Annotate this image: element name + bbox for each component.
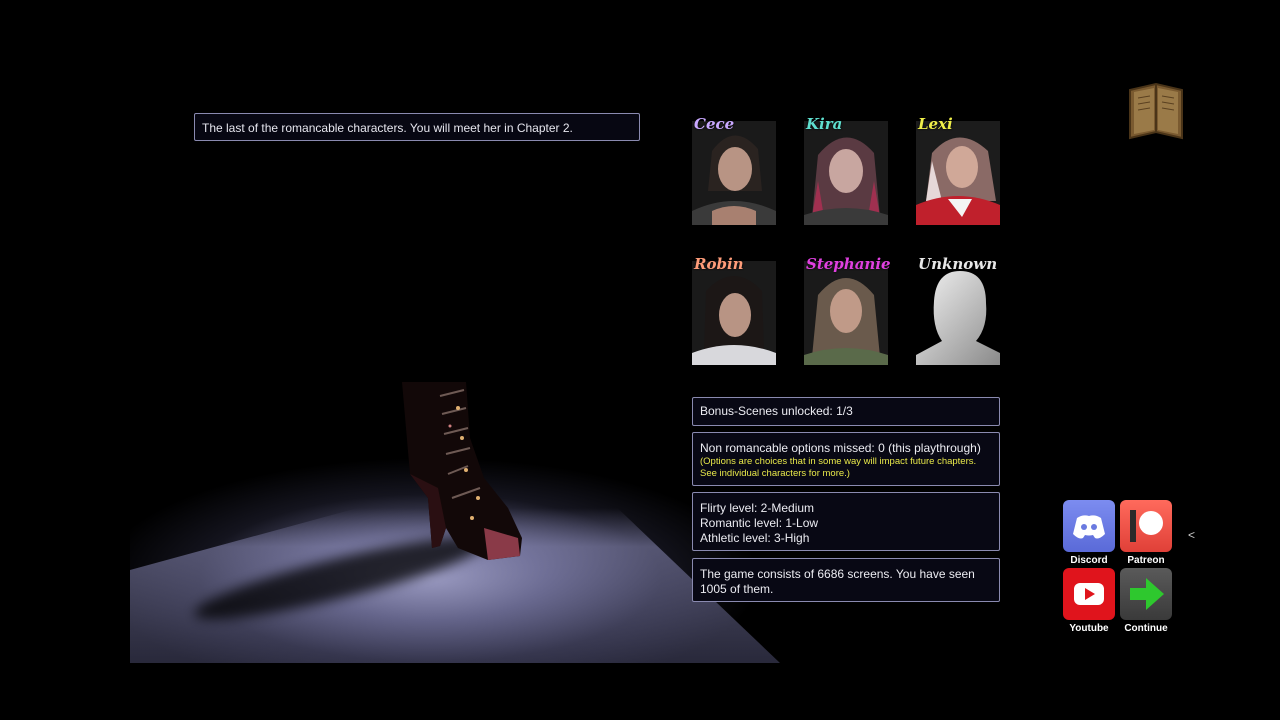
- character-cece[interactable]: Cece: [692, 115, 776, 225]
- screens-panel: The game consists of 6686 screens. You h…: [692, 558, 1000, 602]
- continue-button[interactable]: Continue: [1120, 568, 1172, 634]
- athletic-level: Athletic level: 3-High: [700, 531, 810, 545]
- youtube-button[interactable]: Youtube: [1063, 568, 1115, 634]
- bonus-scenes-text: Bonus-Scenes unlocked: 1/3: [700, 404, 853, 418]
- character-robin[interactable]: Robin: [692, 255, 776, 365]
- arrow-right-icon: [1120, 568, 1172, 620]
- robin-portrait: [692, 261, 776, 365]
- screens-text-2: 1005 of them.: [700, 582, 774, 596]
- character-name: Unknown: [918, 255, 998, 273]
- bonus-scenes-panel: Bonus-Scenes unlocked: 1/3: [692, 397, 1000, 426]
- lexi-portrait: [916, 121, 1000, 225]
- youtube-icon: [1063, 568, 1115, 620]
- kira-portrait: [804, 121, 888, 225]
- youtube-label: Youtube: [1069, 623, 1109, 634]
- patreon-label: Patreon: [1127, 555, 1165, 566]
- character-name: Kira: [806, 115, 843, 133]
- missed-options-panel: Non romancable options missed: 0 (this p…: [692, 432, 1000, 486]
- screens-text-1: The game consists of 6686 screens. You h…: [700, 567, 975, 581]
- discord-label: Discord: [1070, 555, 1108, 566]
- character-name: Stephanie: [806, 255, 891, 273]
- missed-options-note-2: See individual characters for more.): [700, 468, 850, 479]
- character-lexi[interactable]: Lexi: [916, 115, 1000, 225]
- stephanie-portrait: [804, 261, 888, 365]
- discord-icon: [1063, 500, 1115, 552]
- discord-button[interactable]: Discord: [1063, 500, 1115, 566]
- levels-panel: Flirty level: 2-Medium Romantic level: 1…: [692, 492, 1000, 551]
- scene-image: [130, 378, 780, 663]
- missed-options-text: Non romancable options missed: 0 (this p…: [700, 441, 981, 455]
- continue-label: Continue: [1124, 623, 1168, 634]
- flirty-level: Flirty level: 2-Medium: [700, 501, 815, 515]
- book-icon[interactable]: [1126, 80, 1186, 144]
- unknown-silhouette: [916, 261, 1000, 365]
- character-name: Cece: [694, 115, 735, 133]
- character-name: Robin: [694, 255, 744, 273]
- dialogue-caption: The last of the romancable characters. Y…: [194, 113, 640, 141]
- missed-options-note-1: (Options are choices that in some way wi…: [700, 456, 977, 467]
- character-kira[interactable]: Kira: [804, 115, 888, 225]
- patreon-icon: [1120, 500, 1172, 552]
- boot-image: [402, 382, 522, 560]
- character-stephanie[interactable]: Stephanie: [804, 255, 891, 365]
- patreon-button[interactable]: Patreon: [1120, 500, 1172, 566]
- character-name: Lexi: [918, 115, 953, 133]
- romantic-level: Romantic level: 1-Low: [700, 516, 819, 530]
- collapse-chevron[interactable]: <: [1188, 528, 1195, 542]
- character-unknown[interactable]: Unknown: [916, 255, 1000, 365]
- cece-portrait: [692, 121, 776, 225]
